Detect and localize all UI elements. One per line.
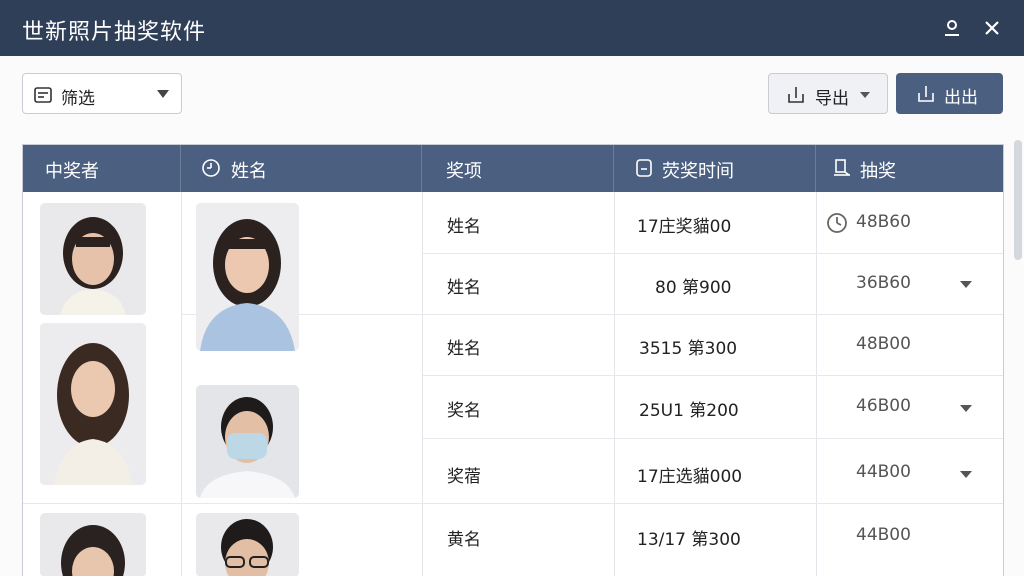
chevron-down-icon xyxy=(157,90,169,98)
time-cell: 25U1 第200 xyxy=(639,401,739,421)
row-divider xyxy=(23,503,1003,504)
draw-cell: 48B00 xyxy=(856,334,911,354)
name-photo[interactable] xyxy=(196,385,299,498)
column-divider xyxy=(816,192,817,576)
chevron-down-icon[interactable] xyxy=(959,280,973,289)
row-divider xyxy=(422,438,1003,439)
close-icon[interactable] xyxy=(978,14,1006,42)
clock-icon xyxy=(827,213,847,233)
prize-cell: 姓名 xyxy=(447,217,481,237)
row-divider xyxy=(422,253,1003,254)
bookmark-icon xyxy=(834,159,850,176)
export-button[interactable]: 导出 xyxy=(768,73,888,114)
header-label: 奖项 xyxy=(446,161,482,182)
document-icon xyxy=(636,159,652,177)
chevron-down-icon xyxy=(860,92,870,98)
title-bar: 世新照片抽奖软件 xyxy=(0,0,1024,56)
name-photo[interactable] xyxy=(196,513,299,576)
column-divider xyxy=(614,192,615,576)
prize-cell: 姓名 xyxy=(447,278,481,298)
row-divider xyxy=(422,375,1003,376)
header-time[interactable]: 荧奖时间 xyxy=(614,145,816,192)
header-label: 姓名 xyxy=(231,161,267,182)
draw-cell: 36B60 xyxy=(856,273,911,293)
window-title: 世新照片抽奖软件 xyxy=(22,20,207,45)
prize-cell: 姓名 xyxy=(447,339,481,359)
out-button[interactable]: 出出 xyxy=(896,73,1003,114)
time-cell: 3515 第300 xyxy=(639,339,738,359)
time-cell: 17庄选貓000 xyxy=(637,467,743,487)
filter-list-icon xyxy=(34,87,52,103)
chevron-down-icon[interactable] xyxy=(959,404,973,413)
filter-label: 筛选 xyxy=(61,89,95,109)
vertical-scrollbar[interactable] xyxy=(1014,140,1022,260)
filter-dropdown[interactable]: 筛选 xyxy=(22,73,182,114)
column-divider xyxy=(422,192,423,576)
out-label: 出出 xyxy=(944,88,978,108)
user-icon[interactable] xyxy=(938,14,966,42)
row-divider xyxy=(181,314,1003,315)
winner-photo[interactable] xyxy=(40,203,146,315)
export-label: 导出 xyxy=(815,89,849,109)
name-photo[interactable] xyxy=(196,203,299,351)
column-divider xyxy=(181,192,182,576)
header-label: 荧奖时间 xyxy=(662,161,734,182)
prize-cell: 黄名 xyxy=(447,530,481,550)
table-header: 中奖者 姓名 奖项 荧奖时间 抽奖 xyxy=(23,145,1003,192)
chevron-down-icon[interactable] xyxy=(959,470,973,479)
time-cell: 17庄奖貓00 xyxy=(637,217,732,237)
time-cell: 13/17 第300 xyxy=(637,530,741,550)
prize-cell: 奖名 xyxy=(447,401,481,421)
winners-table: 中奖者 姓名 奖项 荧奖时间 抽奖 姓名 17庄奖貓00 48B60 姓名 80… xyxy=(22,144,1004,576)
header-name[interactable]: 姓名 xyxy=(181,145,422,192)
header-prize[interactable]: 奖项 xyxy=(422,145,614,192)
draw-cell: 44B00 xyxy=(856,525,911,545)
draw-cell: 44B00 xyxy=(856,462,911,482)
header-label: 中奖者 xyxy=(45,161,99,182)
prize-cell: 奖蓿 xyxy=(447,467,481,487)
header-winner[interactable]: 中奖者 xyxy=(23,145,181,192)
export-icon xyxy=(788,87,804,103)
export-icon xyxy=(918,86,934,102)
draw-cell: 46B00 xyxy=(856,396,911,416)
winner-photo[interactable] xyxy=(40,513,146,576)
time-cell: 80 第900 xyxy=(655,278,732,298)
header-draw[interactable]: 抽奖 xyxy=(816,145,1003,192)
draw-cell: 48B60 xyxy=(856,212,911,232)
clock-icon xyxy=(202,159,220,177)
winner-photo[interactable] xyxy=(40,323,146,485)
header-label: 抽奖 xyxy=(860,161,896,182)
